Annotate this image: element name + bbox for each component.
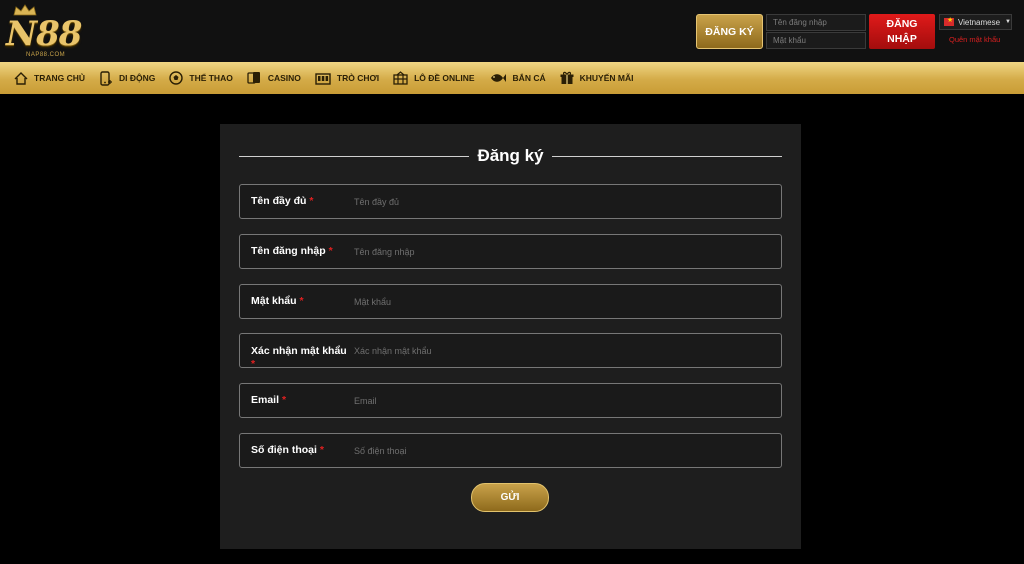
form-title: Đăng ký xyxy=(477,146,544,165)
nav-label: KHUYẾN MÃI xyxy=(579,73,634,83)
nav-label: TRÒ CHƠI xyxy=(336,73,380,83)
nav-label: CASINO xyxy=(267,73,301,83)
nav-label: THỂ THAO xyxy=(189,73,233,83)
username-register-input[interactable] xyxy=(354,243,754,260)
confirm-password-input[interactable] xyxy=(354,342,754,359)
nav-item-games[interactable]: TRÒ CHƠI xyxy=(315,72,379,85)
divider xyxy=(239,155,470,157)
soccer-ball-icon xyxy=(169,71,184,85)
cards-icon xyxy=(247,72,260,84)
mobile-icon xyxy=(100,70,112,86)
nav-label: BẮN CÁ xyxy=(512,73,546,83)
username-input[interactable] xyxy=(766,14,866,31)
header: N88 NAP88.COM ĐĂNG KÝ ĐĂNG NHẬP Vietname… xyxy=(0,0,1024,62)
nav-item-home[interactable]: TRANG CHỦ xyxy=(14,71,85,85)
field-label: Email * xyxy=(251,394,287,406)
gift-icon xyxy=(560,71,574,84)
full-name-input[interactable] xyxy=(354,193,754,210)
nav-label: TRANG CHỦ xyxy=(34,73,85,83)
registration-form: Đăng ký Tên đầy đủ * Tên đăng nhập * Mật… xyxy=(220,124,801,549)
home-icon xyxy=(14,71,28,85)
forgot-password-link[interactable]: Quên mật khẩu xyxy=(949,35,1000,44)
password-field: Mật khẩu * xyxy=(239,284,782,319)
field-label: Tên đăng nhập * xyxy=(251,245,333,257)
fish-icon xyxy=(490,74,506,82)
full-name-field: Tên đầy đủ * xyxy=(239,184,782,219)
field-label: Mật khẩu * xyxy=(251,295,304,307)
nav-item-fishing[interactable]: BẮN CÁ xyxy=(489,72,546,84)
nav-label: LÔ ĐỀ ONLINE xyxy=(414,73,475,83)
chevron-down-icon: ▼ xyxy=(1005,19,1011,25)
login-label-line1: ĐĂNG xyxy=(886,17,918,30)
nav-item-casino[interactable]: CASINO xyxy=(247,71,301,85)
lottery-icon xyxy=(393,71,408,85)
email-input[interactable] xyxy=(354,392,754,409)
vietnam-flag-icon xyxy=(944,16,954,26)
register-button[interactable]: ĐĂNG KÝ xyxy=(696,14,763,49)
language-label: Vietnamese xyxy=(957,17,1001,27)
form-title-row: Đăng ký xyxy=(239,144,783,168)
username-field: Tên đăng nhập * xyxy=(239,234,782,269)
logo-text: N88 xyxy=(6,14,82,54)
nav-item-mobile[interactable]: DI ĐỘNG xyxy=(99,70,156,86)
password-register-input[interactable] xyxy=(354,293,754,310)
email-field: Email * xyxy=(239,383,782,418)
field-label: Tên đầy đủ * xyxy=(251,195,314,207)
confirm-password-field: Xác nhận mật khẩu * xyxy=(239,333,782,370)
phone-input[interactable] xyxy=(354,442,754,459)
nav-label: DI ĐỘNG xyxy=(119,73,156,83)
main-nav: TRANG CHỦ DI ĐỘNG THỂ THAO CASINO TRÒ CH… xyxy=(0,62,1024,94)
login-label-line2: NHẬP xyxy=(887,32,917,45)
password-input[interactable] xyxy=(766,32,866,49)
submit-button[interactable]: GỬI xyxy=(471,483,549,512)
nav-item-sports[interactable]: THỂ THAO xyxy=(169,71,233,85)
logo-domain: NAP88.COM xyxy=(26,52,66,58)
phone-field: Số điện thoại * xyxy=(239,433,782,468)
logo[interactable]: N88 NAP88.COM xyxy=(4,4,94,60)
slot-machine-icon xyxy=(315,72,331,85)
nav-item-lottery[interactable]: LÔ ĐỀ ONLINE xyxy=(393,71,475,85)
field-label: Xác nhận mật khẩu * xyxy=(251,345,347,370)
divider xyxy=(551,155,783,157)
language-select[interactable]: Vietnamese ▼ xyxy=(939,14,1012,30)
nav-item-promotions[interactable]: KHUYẾN MÃI xyxy=(560,71,634,85)
field-label: Số điện thoại * xyxy=(251,444,324,456)
login-button[interactable]: ĐĂNG NHẬP xyxy=(869,14,935,49)
